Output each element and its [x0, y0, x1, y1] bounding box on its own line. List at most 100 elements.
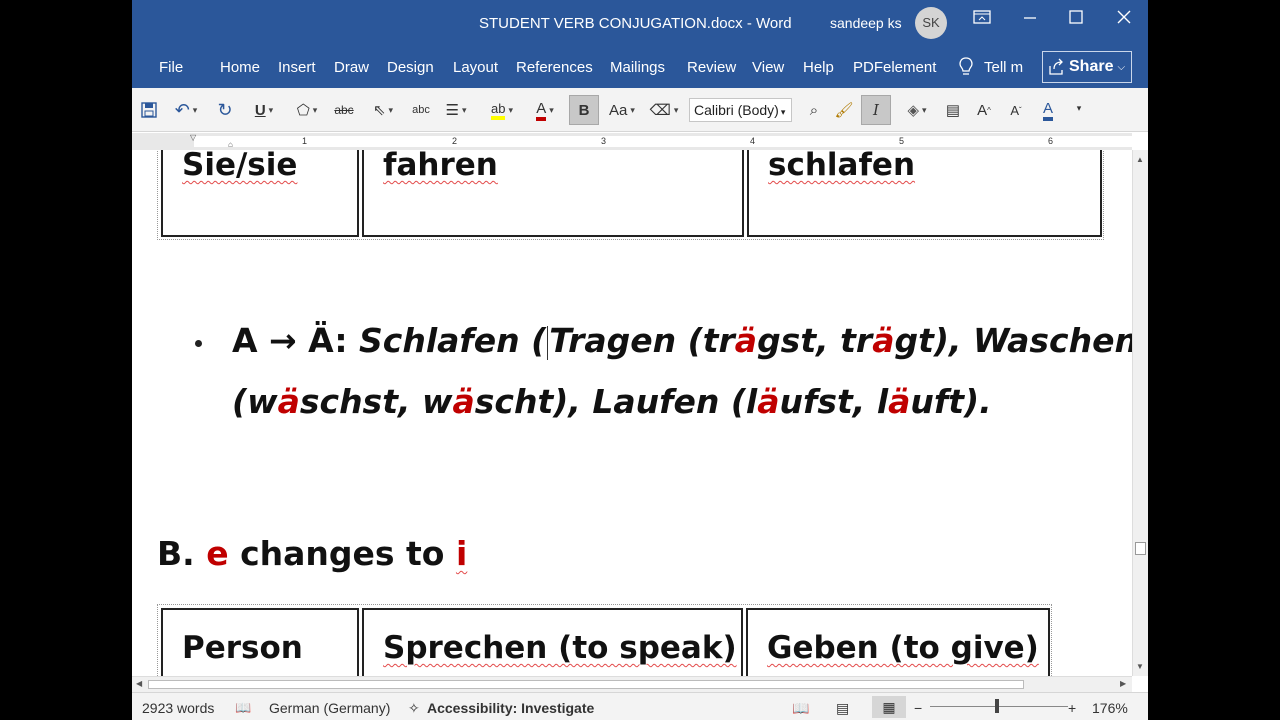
italic-label: I: [873, 101, 879, 119]
document-page[interactable]: Sie/sie fahren schlafen A → Ä: Schlafen …: [132, 150, 1132, 676]
maximize-icon: [1069, 10, 1083, 24]
tab-references[interactable]: References: [516, 59, 593, 76]
print-layout-button[interactable]: ▤: [836, 700, 849, 717]
tab-file[interactable]: File: [159, 59, 183, 76]
zoom-in-button[interactable]: +: [1068, 700, 1076, 716]
accessibility-icon[interactable]: ✧: [408, 700, 420, 717]
tell-me-search[interactable]: Tell m: [958, 56, 1023, 78]
scroll-thumb[interactable]: [148, 680, 1024, 689]
minimize-icon: [1024, 17, 1036, 19]
zoom-slider-handle[interactable]: [995, 699, 999, 713]
word-count[interactable]: 2923 words: [142, 700, 214, 716]
strikethrough-button[interactable]: abc: [333, 100, 355, 120]
scroll-up-icon[interactable]: ▲: [1136, 155, 1144, 164]
tab-layout[interactable]: Layout: [453, 59, 498, 76]
insert-table-row-button[interactable]: ▤: [942, 100, 964, 120]
web-layout-button[interactable]: ▦: [872, 696, 906, 718]
text-run: gst, tr: [757, 321, 873, 360]
text-highlight-button[interactable]: ab ▾: [484, 100, 520, 120]
spelling-label: abc: [412, 104, 430, 116]
ruler[interactable]: 1 2 3 4 5 6 ▽ ⌂: [132, 133, 1144, 150]
accessibility-status[interactable]: Accessibility: Investigate: [427, 700, 594, 716]
ruler-number: 3: [601, 136, 607, 146]
line-spacing-button[interactable]: ☰ ▾: [439, 100, 473, 120]
font-color-button[interactable]: A ▾: [527, 100, 563, 121]
underline-button[interactable]: U ▾: [248, 100, 280, 120]
table-cell[interactable]: Person: [161, 608, 359, 676]
ribbon-tabs: File Home Insert Draw Design Layout Refe…: [132, 48, 1148, 88]
scroll-right-icon[interactable]: ▶: [1120, 679, 1126, 688]
read-mode-button[interactable]: 📖: [792, 700, 809, 717]
italic-button[interactable]: I: [861, 95, 891, 125]
tab-review[interactable]: Review: [687, 59, 736, 76]
share-button[interactable]: Share ⌵: [1042, 51, 1132, 83]
chevron-down-icon: ▾: [922, 104, 927, 115]
strikethrough-label: abc: [334, 103, 354, 117]
section-heading-b[interactable]: B. e changes to i: [157, 534, 467, 573]
zoom-out-button[interactable]: −: [914, 700, 922, 716]
scroll-thumb[interactable]: [1135, 542, 1146, 555]
zoom-level[interactable]: 176%: [1092, 700, 1128, 716]
language-indicator[interactable]: German (Germany): [269, 700, 390, 716]
close-button[interactable]: [1110, 6, 1138, 28]
tab-home[interactable]: Home: [220, 59, 260, 76]
undo-button[interactable]: ↶ ▾: [170, 100, 202, 120]
chevron-down-icon: ▾: [461, 104, 467, 115]
bold-button[interactable]: B: [569, 95, 599, 125]
maximize-button[interactable]: [1062, 6, 1090, 28]
proofing-icon[interactable]: 📖: [235, 700, 251, 716]
grow-font-button[interactable]: A ^: [974, 100, 994, 120]
caret-up-icon: ^: [987, 105, 991, 115]
tab-view[interactable]: View: [752, 59, 784, 76]
text-run: Schlafen (: [359, 321, 547, 360]
tab-help[interactable]: Help: [803, 59, 834, 76]
minimize-button[interactable]: [1016, 6, 1044, 28]
shrink-font-button[interactable]: Aˇ: [1006, 100, 1026, 120]
change-case-button[interactable]: Aa ▾: [605, 100, 639, 120]
font-color-quick-button[interactable]: A: [1038, 100, 1058, 121]
select-button[interactable]: ⇖ ▾: [366, 100, 400, 120]
first-line-indent-marker[interactable]: ▽: [190, 133, 196, 142]
hanging-indent-marker[interactable]: ⌂: [228, 140, 233, 149]
tab-pdfelement[interactable]: PDFelement: [853, 59, 936, 76]
tab-mailings[interactable]: Mailings: [610, 59, 665, 76]
redo-button[interactable]: ↻: [214, 100, 236, 120]
spelling-button[interactable]: abc: [411, 100, 431, 120]
grow-font-label: A: [977, 101, 988, 119]
customize-toolbar-button[interactable]: ▾: [1072, 98, 1086, 118]
user-name[interactable]: sandeep ks: [830, 15, 902, 31]
quick-toolbar: ↶▾ ↻ U▾ ⬠▾ abc ⇖▾ abc ☰▾ ab▾ A▾ B: [132, 88, 1148, 132]
bullet-line-1[interactable]: A → Ä: Schlafen (Tragen (trägst, trägt),…: [232, 321, 1132, 360]
table-icon: ▤: [945, 102, 961, 119]
line-spacing-icon: ☰: [445, 102, 459, 119]
table-cell[interactable]: Sprechen (to speak): [362, 608, 743, 676]
scroll-left-icon[interactable]: ◀: [136, 679, 142, 688]
tab-design[interactable]: Design: [387, 59, 434, 76]
bullet-line-2[interactable]: (wäschst, wäscht), Laufen (läufst, läuft…: [232, 382, 992, 421]
clear-formatting-button[interactable]: ⌫ ▾: [647, 100, 681, 120]
table-cell[interactable]: Sie/sie: [161, 150, 359, 237]
ruler-number: 5: [899, 136, 905, 146]
find-button[interactable]: ⌕: [804, 100, 824, 120]
table-cell[interactable]: fahren: [362, 150, 744, 237]
font-name-select[interactable]: Calibri (Body) ▾: [689, 98, 792, 122]
highlighted-letter: i: [455, 534, 468, 573]
chevron-down-icon: ▾: [673, 104, 679, 115]
vertical-scrollbar[interactable]: ▲ ▼: [1132, 150, 1148, 676]
save-button[interactable]: [140, 100, 158, 120]
avatar[interactable]: SK: [915, 7, 947, 39]
shapes-button[interactable]: ⬠ ▾: [287, 100, 327, 120]
zoom-slider[interactable]: [930, 706, 1068, 707]
cell-text: fahren: [383, 150, 498, 183]
scroll-down-icon[interactable]: ▼: [1136, 662, 1144, 671]
ribbon-display-options-button[interactable]: [968, 6, 996, 28]
text-run: schst, w: [299, 382, 453, 421]
table-cell[interactable]: schlafen: [747, 150, 1102, 237]
format-painter-button[interactable]: 🖌: [834, 100, 854, 120]
shading-button[interactable]: ◈ ▾: [900, 100, 934, 120]
chevron-down-icon: ▾: [630, 104, 635, 115]
table-cell[interactable]: Geben (to give): [746, 608, 1050, 676]
tab-draw[interactable]: Draw: [334, 59, 369, 76]
tab-insert[interactable]: Insert: [278, 59, 316, 76]
horizontal-scrollbar[interactable]: ◀ ▶: [132, 676, 1132, 692]
